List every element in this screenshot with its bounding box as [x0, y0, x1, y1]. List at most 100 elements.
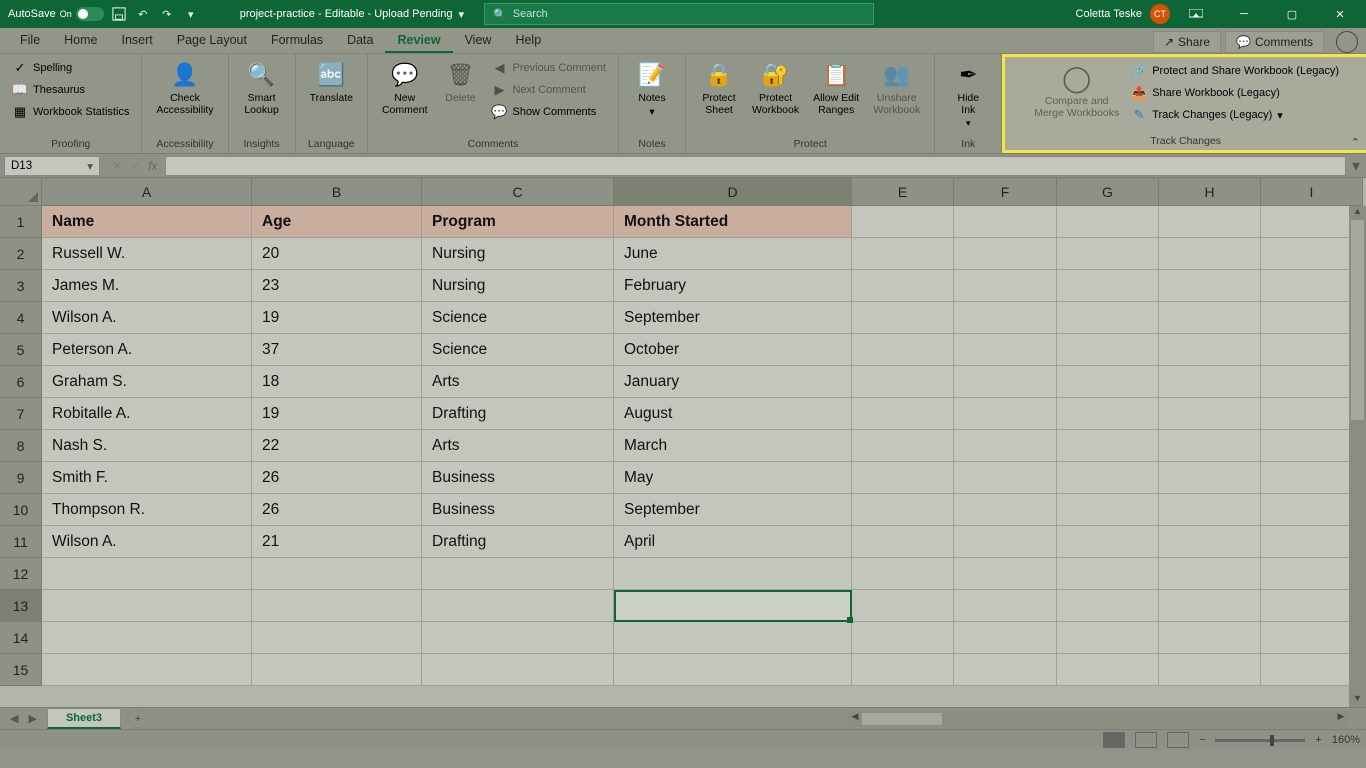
cell[interactable]: Russell W.	[42, 238, 252, 270]
cell[interactable]	[1261, 494, 1363, 526]
cell[interactable]	[422, 654, 614, 686]
cell[interactable]	[1261, 398, 1363, 430]
column-header[interactable]: A	[42, 178, 252, 206]
row-header[interactable]: 4	[0, 302, 42, 334]
chevron-down-icon[interactable]: ▾	[87, 159, 93, 173]
title-dropdown-icon[interactable]: ▾	[459, 8, 465, 21]
cell[interactable]	[1159, 270, 1261, 302]
cell[interactable]	[1159, 462, 1261, 494]
undo-icon[interactable]: ↶	[134, 5, 152, 23]
cell[interactable]	[1261, 622, 1363, 654]
cell[interactable]	[852, 622, 954, 654]
new-comment-button[interactable]: 💬New Comment	[376, 58, 434, 118]
cell[interactable]	[954, 526, 1057, 558]
cell[interactable]	[954, 494, 1057, 526]
cell[interactable]	[1159, 334, 1261, 366]
protect-sheet-button[interactable]: 🔒Protect Sheet	[694, 58, 744, 118]
cell[interactable]	[1057, 238, 1159, 270]
cell[interactable]	[852, 238, 954, 270]
cell[interactable]: Arts	[422, 366, 614, 398]
sheet-tab[interactable]: Sheet3	[47, 708, 121, 729]
cell[interactable]	[1159, 302, 1261, 334]
save-icon[interactable]	[110, 5, 128, 23]
row-header[interactable]: 8	[0, 430, 42, 462]
tab-page-layout[interactable]: Page Layout	[165, 29, 259, 53]
row-header[interactable]: 10	[0, 494, 42, 526]
cell[interactable]	[614, 590, 852, 622]
cell[interactable]	[252, 622, 422, 654]
cell[interactable]	[42, 558, 252, 590]
spreadsheet-grid[interactable]: ABCDEFGHI 1NameAgeProgramMonth Started2R…	[0, 178, 1366, 707]
protect-workbook-button[interactable]: 🔐Protect Workbook	[746, 58, 805, 118]
cell[interactable]	[954, 238, 1057, 270]
cell[interactable]	[852, 302, 954, 334]
cell[interactable]: Program	[422, 206, 614, 238]
thesaurus-button[interactable]: 📖Thesaurus	[8, 80, 133, 100]
cell[interactable]	[1159, 494, 1261, 526]
zoom-slider[interactable]	[1215, 739, 1305, 742]
check-accessibility-button[interactable]: 👤Check Accessibility	[150, 58, 219, 118]
row-header[interactable]: 5	[0, 334, 42, 366]
cell[interactable]	[954, 206, 1057, 238]
column-header[interactable]: F	[954, 178, 1057, 206]
cell[interactable]	[954, 590, 1057, 622]
cell[interactable]	[954, 430, 1057, 462]
cell[interactable]: Science	[422, 302, 614, 334]
zoom-out-button[interactable]: −	[1199, 734, 1205, 746]
cell[interactable]	[614, 622, 852, 654]
cell[interactable]: January	[614, 366, 852, 398]
tab-insert[interactable]: Insert	[110, 29, 165, 53]
cell[interactable]: Nursing	[422, 270, 614, 302]
cell[interactable]	[954, 334, 1057, 366]
cell[interactable]: 26	[252, 494, 422, 526]
cell[interactable]: Drafting	[422, 526, 614, 558]
select-all-corner[interactable]	[0, 178, 42, 206]
cell[interactable]	[852, 398, 954, 430]
cell[interactable]	[252, 590, 422, 622]
cell[interactable]	[1261, 238, 1363, 270]
cell[interactable]: 18	[252, 366, 422, 398]
cell[interactable]	[1159, 590, 1261, 622]
row-header[interactable]: 13	[0, 590, 42, 622]
cell[interactable]	[1159, 558, 1261, 590]
cell[interactable]	[852, 270, 954, 302]
column-header[interactable]: C	[422, 178, 614, 206]
cell[interactable]	[422, 622, 614, 654]
cell[interactable]	[852, 494, 954, 526]
cell[interactable]	[1057, 334, 1159, 366]
cell[interactable]	[954, 558, 1057, 590]
cell[interactable]: Name	[42, 206, 252, 238]
hide-ink-button[interactable]: ✒Hide Ink▾	[943, 58, 993, 131]
cell[interactable]: Smith F.	[42, 462, 252, 494]
cell[interactable]	[1057, 302, 1159, 334]
tab-formulas[interactable]: Formulas	[259, 29, 335, 53]
cell[interactable]: Nash S.	[42, 430, 252, 462]
cell[interactable]	[852, 558, 954, 590]
vertical-scrollbar[interactable]: ▲▼	[1349, 206, 1366, 707]
cell[interactable]: April	[614, 526, 852, 558]
cell[interactable]	[1057, 494, 1159, 526]
share-button[interactable]: ↗Share	[1153, 31, 1221, 53]
column-header[interactable]: D	[614, 178, 852, 206]
formula-input[interactable]	[165, 156, 1346, 176]
cell[interactable]	[1159, 238, 1261, 270]
scrollbar-thumb[interactable]	[862, 713, 942, 725]
tab-review[interactable]: Review	[385, 29, 452, 53]
cell[interactable]	[954, 366, 1057, 398]
cell[interactable]	[1261, 558, 1363, 590]
cell[interactable]	[614, 654, 852, 686]
qat-dropdown-icon[interactable]: ▾	[182, 5, 200, 23]
cell[interactable]	[1057, 270, 1159, 302]
scrollbar-thumb[interactable]	[1351, 220, 1364, 420]
cell[interactable]	[1057, 654, 1159, 686]
cell[interactable]	[1261, 654, 1363, 686]
tab-view[interactable]: View	[453, 29, 504, 53]
cell[interactable]: Nursing	[422, 238, 614, 270]
translate-button[interactable]: 🔤Translate	[304, 58, 359, 106]
cell[interactable]	[1261, 302, 1363, 334]
tab-help[interactable]: Help	[503, 29, 553, 53]
cell[interactable]: 19	[252, 398, 422, 430]
maximize-button[interactable]: ▢	[1270, 0, 1314, 28]
notes-button[interactable]: 📝Notes▾	[627, 58, 677, 120]
ribbon-options-icon[interactable]	[1174, 0, 1218, 28]
